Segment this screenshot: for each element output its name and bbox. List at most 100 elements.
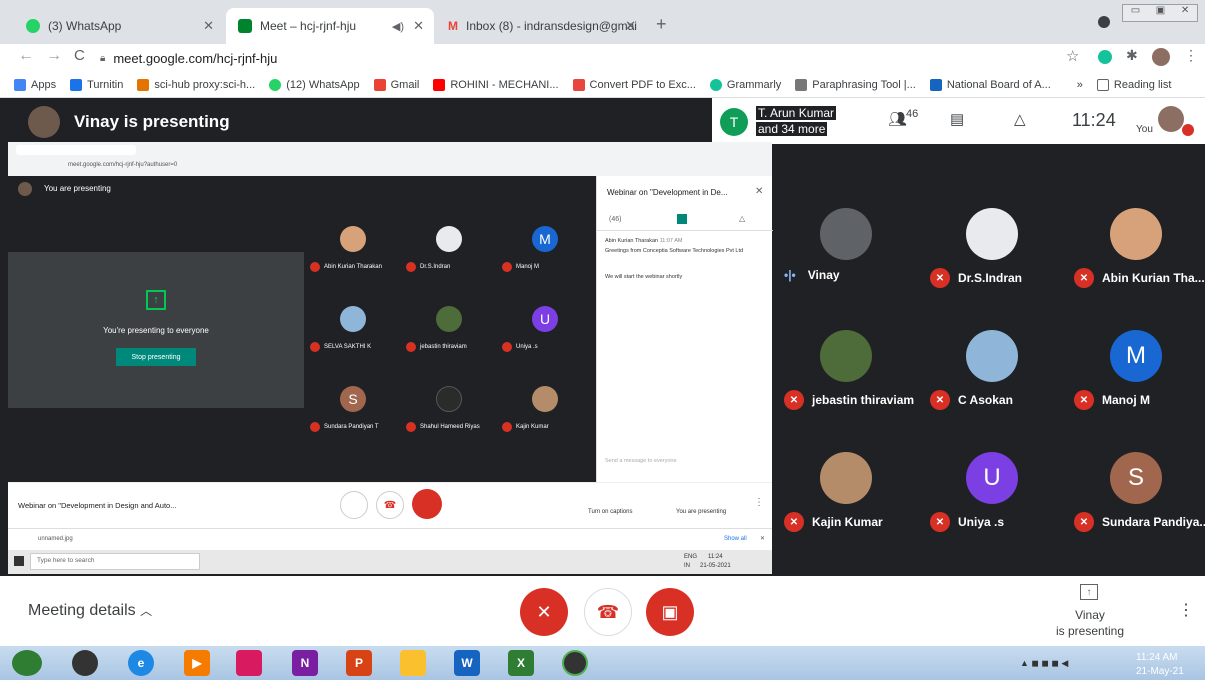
maximize-icon[interactable]: ▣ <box>1156 5 1165 21</box>
activities-icon[interactable]: △ <box>1014 110 1026 128</box>
participant-tile[interactable]: ✕ Dr.S.Indran <box>922 198 1062 318</box>
mic-off-icon: ✕ <box>536 601 552 622</box>
clock-date[interactable]: 21-May-21 <box>1136 666 1184 677</box>
powerpoint-icon[interactable]: P <box>346 650 372 676</box>
camera-off-button[interactable]: ▣ <box>646 588 694 636</box>
mic-off-button[interactable]: ✕ <box>520 588 568 636</box>
close-icon[interactable]: ✕ <box>413 18 424 34</box>
star-icon[interactable]: ☆ <box>1066 47 1079 65</box>
paint-icon[interactable] <box>236 650 262 676</box>
account-icon[interactable] <box>1098 16 1110 28</box>
tab-meet[interactable]: Meet – hcj-rjnf-hju ◀) ✕ <box>226 8 434 44</box>
forward-icon[interactable]: → <box>46 47 62 65</box>
bookmark-gmail[interactable]: Gmail <box>373 78 419 91</box>
show-all-link[interactable]: Show all <box>724 536 747 542</box>
presenting-status-text[interactable]: is presenting <box>1040 624 1140 638</box>
chrome-active-icon[interactable] <box>562 650 588 676</box>
folder-icon[interactable] <box>400 650 426 676</box>
participant-name: ✕ Kajin Kumar <box>784 512 883 532</box>
menu-icon[interactable]: ⋮ <box>1184 47 1198 64</box>
close-icon[interactable]: ✕ <box>760 535 765 542</box>
clock-time[interactable]: 11:24 AM <box>1136 652 1178 663</box>
bookmark-scihub[interactable]: sci-hub proxy:sci-h... <box>137 78 255 91</box>
mic-button[interactable] <box>340 491 368 519</box>
activities-tab-icon[interactable]: △ <box>739 214 745 223</box>
close-icon[interactable]: ✕ <box>625 18 636 34</box>
close-icon[interactable]: ✕ <box>755 186 763 197</box>
profile-avatar[interactable] <box>1152 48 1170 66</box>
chat-icon[interactable]: ▤ <box>950 110 964 128</box>
internet-explorer-icon[interactable]: e <box>128 650 154 676</box>
onenote-icon[interactable]: N <box>292 650 318 676</box>
back-icon[interactable]: ← <box>18 47 34 65</box>
bookmarks-more[interactable]: » <box>1077 79 1083 91</box>
participant-avatar: S <box>1110 452 1162 504</box>
gmail-icon: M <box>448 19 458 33</box>
mini-tile: Kajin Kumar <box>498 380 594 442</box>
present-icon[interactable]: ↑ <box>1080 584 1098 600</box>
browser-tab-strip: (3) WhatsApp ✕ Meet – hcj-rjnf-hju ◀) ✕ … <box>0 0 1205 44</box>
chat-tab-icon[interactable] <box>677 214 687 224</box>
participant-tile[interactable]: U ✕ Uniya .s <box>922 442 1062 562</box>
you-presenting-button[interactable]: You are presenting <box>676 509 726 515</box>
leave-call-icon[interactable]: ☎︎ <box>376 491 404 519</box>
close-window-icon[interactable]: ✕ <box>1181 5 1189 21</box>
chat-sender: Abin Kurian Tharakan 11:07 AM <box>605 238 682 244</box>
bookmark-apps[interactable]: Apps <box>14 78 56 91</box>
participant-tile[interactable]: ✕ Kajin Kumar <box>776 442 916 562</box>
download-file[interactable]: unnamed.jpg <box>38 536 73 542</box>
reload-icon[interactable]: C <box>74 47 85 64</box>
bookmark-convert-pdf[interactable]: Convert PDF to Exc... <box>572 78 696 91</box>
more-options-icon[interactable]: ⋮ <box>1178 600 1194 620</box>
tray-icons[interactable]: ▲ ◼ ◼ ◼ ◀ <box>1020 658 1068 669</box>
mini-tile: SELVA SAKTHI K <box>306 300 402 362</box>
participant-tile[interactable]: ✕ jebastin thiraviam <box>776 320 916 440</box>
windows-start-icon[interactable] <box>12 650 42 676</box>
apps-icon <box>14 78 26 91</box>
windows-start-icon[interactable] <box>14 556 24 566</box>
people-tab[interactable]: (46) <box>609 216 621 223</box>
bookmark-nba[interactable]: National Board of A... <box>929 78 1051 91</box>
meeting-details-button[interactable]: Meeting details ︿ <box>28 602 152 620</box>
stop-presenting-button[interactable]: Stop presenting <box>116 348 196 366</box>
speaker-icon[interactable]: ◀) <box>392 20 404 33</box>
minimize-icon[interactable]: ▭ <box>1131 5 1140 21</box>
address-bar[interactable]: 🔒︎ meet.google.com/hcj-rjnf-hju <box>100 46 1080 70</box>
grammarly-extension-icon[interactable] <box>1098 50 1112 64</box>
camera-off-button[interactable] <box>412 489 442 519</box>
tab-gmail[interactable]: M Inbox (8) - indransdesign@gmai ✕ <box>436 8 646 44</box>
people-icon[interactable]: 👥︎ <box>888 110 907 128</box>
excel-icon[interactable]: X <box>508 650 534 676</box>
participant-tile[interactable]: •|• Vinay <box>776 198 916 318</box>
bookmark-grammarly[interactable]: Grammarly <box>709 78 781 91</box>
send-message-input[interactable]: Send a message to everyone <box>605 458 677 464</box>
extensions-icon[interactable]: ✱ <box>1126 47 1138 64</box>
participant-tile[interactable]: ✕ Abin Kurian Tha... <box>1066 198 1205 318</box>
taskbar-search[interactable]: Type here to search <box>30 553 200 570</box>
participant-name: ✕ Abin Kurian Tha... <box>1074 268 1205 288</box>
presenting-status-name[interactable]: Vinay <box>1040 608 1140 622</box>
more-options-icon[interactable]: ⋮ <box>754 497 764 508</box>
mini-tile: jebastin thiraviam <box>402 300 498 362</box>
browser-toolbar: ← → C 🔒︎ meet.google.com/hcj-rjnf-hju ☆ … <box>0 44 1205 72</box>
chrome-icon[interactable] <box>72 650 98 676</box>
participant-tile[interactable]: ✕ C Asokan <box>922 320 1062 440</box>
mini-tile: Shahul Hameed Riyas <box>402 380 498 442</box>
captions-button[interactable]: Turn on captions <box>588 509 632 515</box>
participant-tile[interactable]: S ✕ Sundara Pandiya... <box>1066 442 1205 562</box>
word-icon[interactable]: W <box>454 650 480 676</box>
media-player-icon[interactable]: ▶ <box>184 650 210 676</box>
leave-call-button[interactable]: ☎︎ <box>584 588 632 636</box>
presenting-everyone: You're presenting to everyone <box>103 326 209 335</box>
bookmark-rohini[interactable]: ROHINI - MECHANI... <box>433 78 559 91</box>
mini-name-text: Shahul Hameed Riyas <box>420 424 480 430</box>
bookmark-whatsapp[interactable]: (12) WhatsApp <box>269 78 360 91</box>
new-tab-button[interactable]: + <box>656 14 667 35</box>
meeting-title[interactable]: Webinar on "Development in Design and Au… <box>18 501 176 510</box>
bookmark-paraphrasing[interactable]: Paraphrasing Tool |... <box>795 78 916 91</box>
reading-list[interactable]: Reading list <box>1096 78 1171 91</box>
participant-tile[interactable]: M ✕ Manoj M <box>1066 320 1205 440</box>
close-icon[interactable]: ✕ <box>203 18 214 34</box>
tab-whatsapp[interactable]: (3) WhatsApp ✕ <box>14 8 224 44</box>
bookmark-turnitin[interactable]: Turnitin <box>70 78 123 91</box>
